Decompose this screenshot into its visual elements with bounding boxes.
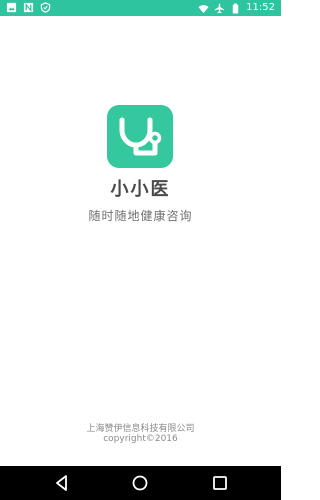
n-notification-icon — [23, 2, 34, 13]
recents-icon[interactable] — [211, 474, 229, 492]
stethoscope-icon — [119, 117, 162, 156]
wifi-icon — [198, 4, 209, 13]
shield-notification-icon — [40, 2, 51, 13]
company-name: 上海赞伊信息科技有限公司 — [86, 424, 195, 434]
app-name: 小小医 — [110, 179, 171, 200]
airplane-mode-icon — [215, 2, 225, 13]
navigation-bar — [0, 466, 281, 500]
battery-icon — [232, 2, 239, 14]
back-icon[interactable] — [53, 474, 71, 492]
app-tagline: 随时随地健康咨询 — [88, 209, 193, 223]
copyright-text: copyright©2016 — [103, 434, 178, 444]
status-bar: 11:52 — [0, 0, 281, 16]
home-icon[interactable] — [131, 474, 149, 492]
status-bar-time: 11:52 — [246, 2, 275, 13]
image-notification-icon — [6, 2, 17, 13]
app-logo — [107, 105, 173, 168]
status-bar-system: 11:52 — [198, 1, 275, 15]
status-bar-notifications — [6, 2, 51, 13]
